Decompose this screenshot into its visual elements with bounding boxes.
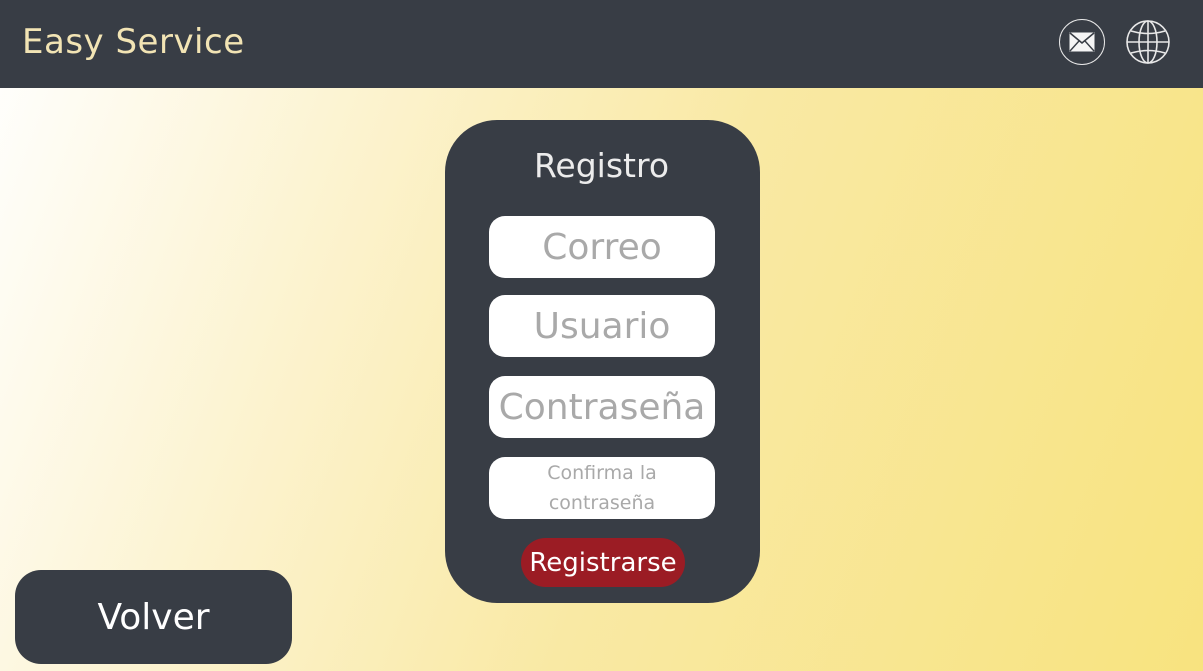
email-field[interactable]: Correo xyxy=(489,216,715,278)
register-button[interactable]: Registrarse xyxy=(521,538,685,587)
confirm-password-placeholder: Confirma la contraseña xyxy=(547,462,657,514)
confirm-password-field[interactable]: Confirma la contraseña xyxy=(489,457,715,519)
username-placeholder: Usuario xyxy=(533,305,671,347)
language-button[interactable] xyxy=(1125,19,1171,65)
globe-icon xyxy=(1126,20,1170,64)
username-field[interactable]: Usuario xyxy=(489,295,715,357)
top-bar: Easy Service xyxy=(0,0,1203,88)
back-button[interactable]: Volver xyxy=(15,570,292,664)
mail-icon xyxy=(1069,32,1095,52)
brand-title: Easy Service xyxy=(22,22,245,62)
password-field[interactable]: Contraseña xyxy=(489,376,715,438)
mail-button[interactable] xyxy=(1059,19,1105,65)
register-card xyxy=(445,120,760,603)
email-placeholder: Correo xyxy=(542,226,662,268)
password-placeholder: Contraseña xyxy=(498,386,706,428)
register-title: Registro xyxy=(533,146,670,185)
